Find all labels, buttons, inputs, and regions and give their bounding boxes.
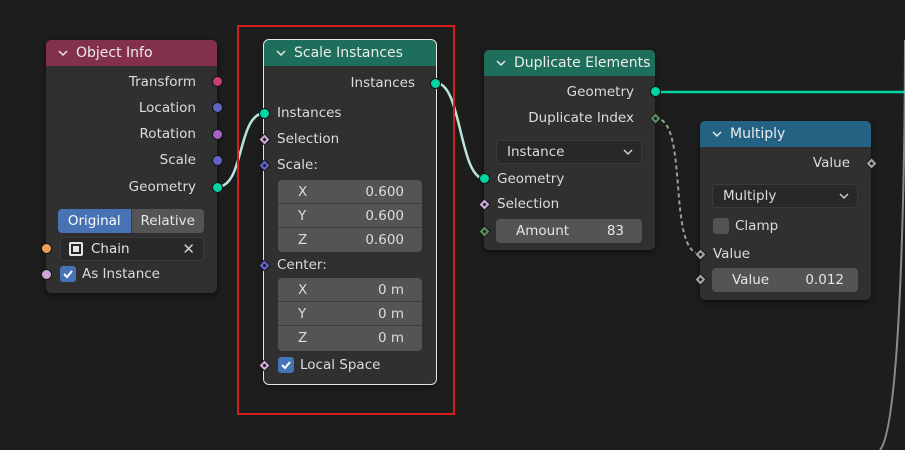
object-field-value: Chain — [91, 241, 130, 257]
chevron-down-icon — [623, 149, 633, 156]
value-field[interactable]: Value 0.012 — [712, 268, 858, 292]
node-title: Object Info — [76, 45, 153, 61]
transform-space-toggle: Original Relative — [58, 209, 204, 233]
socket-amount-input[interactable] — [478, 225, 491, 238]
node-header[interactable]: Multiply — [700, 121, 871, 147]
domain-dropdown[interactable]: Instance — [496, 140, 642, 164]
object-field[interactable]: Chain ✕ — [60, 237, 204, 261]
socket-transform[interactable] — [212, 76, 223, 87]
as-instance-row: As Instance — [46, 262, 217, 286]
local-space-row: Local Space — [264, 353, 436, 377]
socket-instances-input[interactable] — [259, 108, 270, 119]
amount-value: 83 — [606, 223, 624, 239]
local-space-checkbox[interactable] — [278, 357, 294, 373]
output-rotation: Rotation — [139, 126, 196, 142]
center-y-field[interactable]: Y0 m — [278, 302, 422, 326]
value-field-label: Value — [732, 272, 770, 288]
value-field-value: 0.012 — [805, 272, 844, 288]
check-icon — [281, 361, 291, 370]
input-selection: Selection — [277, 131, 340, 147]
scale-vector-field: X 0.600 Y 0.600 Z 0.600 — [278, 180, 422, 252]
input-value-1: Value — [713, 246, 751, 262]
socket-geometry[interactable] — [212, 182, 223, 193]
input-geometry: Geometry — [497, 171, 565, 187]
input-scale-label: Scale: — [277, 157, 318, 173]
link-dupindex-to-multiply — [654, 117, 702, 255]
node-header[interactable]: Scale Instances — [264, 40, 436, 66]
socket-geometry-input[interactable] — [479, 173, 490, 184]
node-title: Duplicate Elements — [514, 55, 651, 71]
node-editor-canvas[interactable]: Object Info Transform Location Rotation … — [0, 0, 905, 450]
amount-label: Amount — [516, 223, 570, 239]
as-instance-checkbox[interactable] — [60, 266, 76, 282]
link-offscreen-curve — [879, 39, 905, 450]
socket-value-input-2[interactable] — [694, 273, 707, 286]
input-center-label: Center: — [277, 257, 327, 273]
socket-instances-output[interactable] — [430, 78, 441, 89]
node-multiply[interactable]: Multiply Value Multiply Clamp Value Valu… — [694, 121, 878, 300]
node-duplicate-elements[interactable]: Duplicate Elements Geometry Duplicate In… — [478, 50, 662, 250]
node-title: Multiply — [730, 126, 786, 142]
center-vector-field: X0 m Y0 m Z0 m — [278, 278, 422, 351]
node-header[interactable]: Duplicate Elements — [484, 50, 655, 76]
node-title: Scale Instances — [294, 45, 403, 61]
check-icon — [63, 270, 73, 279]
output-scale: Scale — [159, 152, 196, 168]
scale-x-field[interactable]: X 0.600 — [278, 180, 422, 204]
clamp-label: Clamp — [735, 218, 779, 234]
clamp-row: Clamp — [700, 214, 871, 238]
input-instances: Instances — [277, 105, 342, 121]
link-scaleinstances-to-duplicate — [435, 81, 486, 181]
socket-object-input[interactable] — [41, 243, 52, 254]
as-instance-label: As Instance — [82, 266, 160, 282]
output-geometry: Geometry — [128, 179, 196, 195]
node-scale-instances[interactable]: Scale Instances Instances Instances Sele… — [258, 39, 441, 385]
input-selection: Selection — [497, 196, 560, 212]
amount-field[interactable]: Amount 83 — [496, 219, 642, 243]
chevron-down-icon[interactable] — [496, 58, 506, 68]
center-x-field[interactable]: X0 m — [278, 278, 422, 302]
operation-dropdown-value: Multiply — [723, 188, 777, 204]
node-object-info[interactable]: Object Info Transform Location Rotation … — [41, 40, 223, 293]
domain-dropdown-value: Instance — [507, 144, 565, 160]
socket-rotation[interactable] — [212, 129, 223, 140]
chevron-down-icon — [839, 193, 849, 200]
scale-y-field[interactable]: Y 0.600 — [278, 204, 422, 228]
output-value: Value — [812, 155, 850, 171]
socket-location[interactable] — [212, 102, 223, 113]
cube-object-icon — [69, 242, 83, 256]
toggle-relative-button[interactable]: Relative — [130, 209, 204, 233]
node-header[interactable]: Object Info — [46, 40, 217, 66]
link-objectinfo-to-scaleinstances — [216, 111, 266, 189]
operation-dropdown[interactable]: Multiply — [712, 184, 858, 208]
clamp-checkbox[interactable] — [713, 218, 729, 234]
toggle-original-button[interactable]: Original — [58, 209, 131, 233]
output-geometry: Geometry — [566, 84, 634, 100]
chevron-down-icon[interactable] — [276, 48, 286, 58]
center-z-field[interactable]: Z0 m — [278, 326, 422, 350]
output-transform: Transform — [128, 74, 196, 90]
output-instances: Instances — [350, 75, 415, 91]
chevron-down-icon[interactable] — [58, 48, 68, 58]
clear-icon[interactable]: ✕ — [182, 240, 195, 258]
output-location: Location — [138, 100, 196, 116]
scale-z-field[interactable]: Z 0.600 — [278, 228, 422, 252]
socket-geometry-output[interactable] — [650, 86, 661, 97]
output-duplicate-index: Duplicate Index — [528, 110, 634, 126]
local-space-label: Local Space — [300, 357, 381, 373]
chevron-down-icon[interactable] — [712, 129, 722, 139]
socket-scale[interactable] — [212, 155, 223, 166]
socket-as-instance[interactable] — [41, 269, 52, 280]
